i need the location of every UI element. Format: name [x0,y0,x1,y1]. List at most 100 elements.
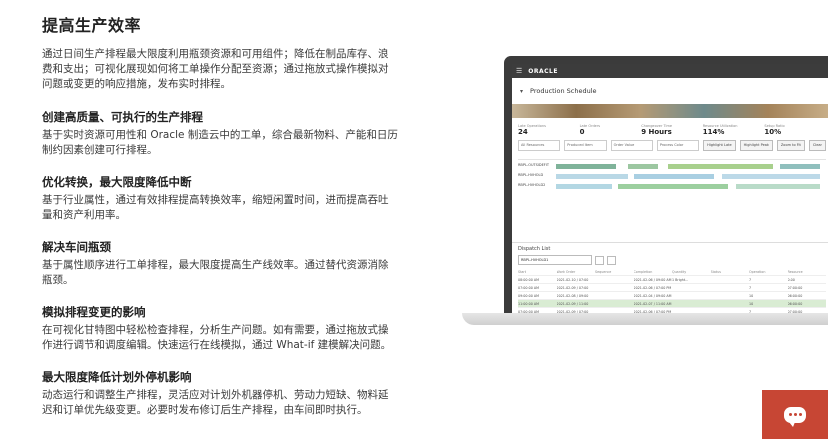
kpi-utilization: Resource Utilization 114% [703,124,765,136]
table-cell: 7 [749,285,752,290]
table-cell: 1 Bright... [672,277,689,282]
filter-row: All Resources Produced Item Order Value … [512,136,828,155]
table-body: 08:00:00 AM 2021-02-10 / 07:00 2021-02-06 … [518,276,826,313]
table-row[interactable]: 11:00:00 AM 2021-02-09 / 11:00 2021-02-07 … [518,300,826,308]
kpi-value: 24 [518,128,528,136]
chevron-down-icon[interactable]: ▾ [520,88,523,95]
feature-body: 基于行业属性，通过有效排程提高转换效率，缩短闲置时间，进而提高吞吐量和资产利用率… [42,194,389,221]
feature-section: 模拟排程变更的影响 在可视化甘特图中轻松检查排程，分析生产问题。如有需要，通过拖… [42,304,398,353]
next-button[interactable] [607,255,616,265]
table-cell: 7 [749,277,752,282]
table-row[interactable]: 08:00:00 AM 2021-02-10 / 07:00 2021-02-06 … [518,276,826,284]
gantt-row-label: RBPL-OUTSIDEFIT [518,163,549,167]
table-cell: 08:00:00 AM [518,277,539,282]
kpi-value: 10% [764,128,782,136]
column-header: Quantity [672,269,687,274]
column-header: Work Order [556,269,576,274]
dispatch-controls: RBPL-HVHOLD1 [512,255,828,268]
kpi-changeover: Changeover Time 9 Hours [641,124,703,136]
table-row[interactable]: 09:00:00 AM 2021-02-08 / 09:00 2021-02-04 … [518,292,826,300]
feature-section: 优化转换，最大限度降低中断 基于行业属性，通过有效排程提高转换效率，缩短闲置时间… [42,174,398,223]
table-cell: 07:00:00 [787,285,803,290]
table-cell: 2021-02-08 / 09:00 [556,293,589,298]
gantt-bar[interactable] [628,164,658,169]
chat-button[interactable] [762,390,828,439]
gantt-bar[interactable] [556,184,612,189]
content-column: 提高生产效率 通过日间生产排程最大限度利用瓶颈资源和可用组件；降低在制品库存、浪… [42,12,398,434]
app-header: ☰ ORACLE [512,64,828,78]
table-cell: 10 [749,293,754,298]
hamburger-icon[interactable]: ☰ [516,67,522,75]
gantt-bar[interactable] [780,164,820,169]
schedule-banner [512,104,828,118]
oracle-logo: ORACLE [528,67,558,75]
table-cell: 0.00 [787,277,795,282]
gantt-bar[interactable] [668,164,773,169]
table-cell: 11:00:00 AM [518,301,539,306]
dispatch-title[interactable]: Dispatch List [512,242,828,255]
schedule-header: ▾ Production Schedule [512,78,828,104]
table-cell: 2021-02-07 / 11:00 AM [633,301,672,306]
item-filter[interactable]: Produced Item [564,140,607,151]
feature-heading: 最大限度降低计划外停机影响 [42,370,192,384]
feature-body: 动态运行和调整生产排程，灵活应对计划外机器停机、劳动力短缺、物料延迟和订单优先级… [42,389,389,416]
app-screenshot: ☰ ORACLE ▾ Production Schedule Late Oper… [512,64,828,313]
color-filter[interactable]: Process Color [656,140,700,151]
highlight-peak-button[interactable]: Highlight Peak [739,140,773,151]
kpi-late-ops: Late Operations 24 [518,124,580,136]
highlight-late-button[interactable]: Highlight Late [703,140,736,151]
dispatch-resource-select[interactable]: RBPL-HVHOLD1 [518,255,592,265]
table-cell: 06:00:00 [787,301,803,306]
schedule-title: Production Schedule [530,87,597,95]
gantt-bar[interactable] [556,174,628,179]
table-cell: 06:00:00 [787,293,803,298]
table-cell: 10 [749,301,754,306]
gantt-bar[interactable] [722,174,820,179]
column-header: Resource [787,269,803,274]
value-filter[interactable]: Order Value [610,140,653,151]
table-cell: 2021-02-10 / 07:00 [556,277,589,282]
feature-heading: 创建高质量、可执行的生产排程 [42,110,203,124]
previous-button[interactable] [595,255,604,265]
feature-section: 创建高质量、可执行的生产排程 基于实时资源可用性和 Oracle 制造云中的工单… [42,109,398,158]
page-title: 提高生产效率 [42,16,142,35]
column-header: Start [518,269,527,274]
feature-heading: 模拟排程变更的影响 [42,305,146,319]
table-cell: 2021-02-09 / 11:00 [556,301,589,306]
laptop-base [462,313,828,325]
kpi-value: 9 Hours [641,128,672,136]
resource-filter[interactable]: All Resources [518,140,561,151]
feature-section: 解决车间瓶颈 基于属性顺序进行工单排程，最大限度提高生产线效率。通过替代资源消除… [42,239,398,288]
table-cell: 2021-02-09 / 07:00 [556,285,589,290]
gantt-bar[interactable] [736,184,820,189]
table-cell: 2021-02-06 / 07:00 PM [633,285,672,290]
gantt-bar[interactable] [556,164,616,169]
gantt-bar[interactable] [634,174,714,179]
table-row[interactable]: 07:00:00 AM 2021-02-09 / 07:00 2021-02-06 … [518,284,826,292]
feature-heading: 解决车间瓶颈 [42,240,111,254]
gantt-chart[interactable]: RBPL-OUTSIDEFIT RBPL-HVHOLD RBPL-HVHOLD2 [518,159,826,242]
table-cell: 2021-02-04 / 09:00 AM [633,293,672,298]
feature-section: 最大限度降低计划外停机影响 动态运行和调整生产排程，灵活应对计划外机器停机、劳动… [42,369,398,418]
dispatch-table: Start Work Order Sequence Completion Qua… [518,268,826,313]
chat-icon [784,406,806,427]
kpi-setup: Setup Ratio 10% [764,124,826,136]
feature-heading: 优化转换，最大限度降低中断 [42,175,192,189]
column-header: Status [710,269,722,274]
table-cell: 2021-02-06 / 09:00 AM [633,277,672,282]
table-cell: 09:00:00 AM [518,293,539,298]
gantt-row-label: RBPL-HVHOLD2 [518,183,546,187]
column-header: Operation [749,269,766,274]
clear-button[interactable]: Clear [808,140,826,151]
gantt-bar[interactable] [618,184,728,189]
zoom-fit-button[interactable]: Zoom to Fit [776,140,805,151]
gantt-row: RBPL-OUTSIDEFIT [518,163,826,170]
table-cell: 07:00:00 AM [518,285,539,290]
kpi-value: 0 [579,128,585,136]
gantt-row: RBPL-HVHOLD2 [518,183,826,190]
feature-body: 在可视化甘特图中轻松检查排程，分析生产问题。如有需要，通过拖放式操作进行调节和调… [42,324,392,351]
gantt-row-label: RBPL-HVHOLD [518,173,544,177]
laptop-mockup: ☰ ORACLE ▾ Production Schedule Late Oper… [462,56,828,328]
kpi-late-orders: Late Orders 0 [580,124,642,136]
feature-body: 基于属性顺序进行工单排程，最大限度提高生产线效率。通过替代资源消除瓶颈。 [42,259,389,286]
